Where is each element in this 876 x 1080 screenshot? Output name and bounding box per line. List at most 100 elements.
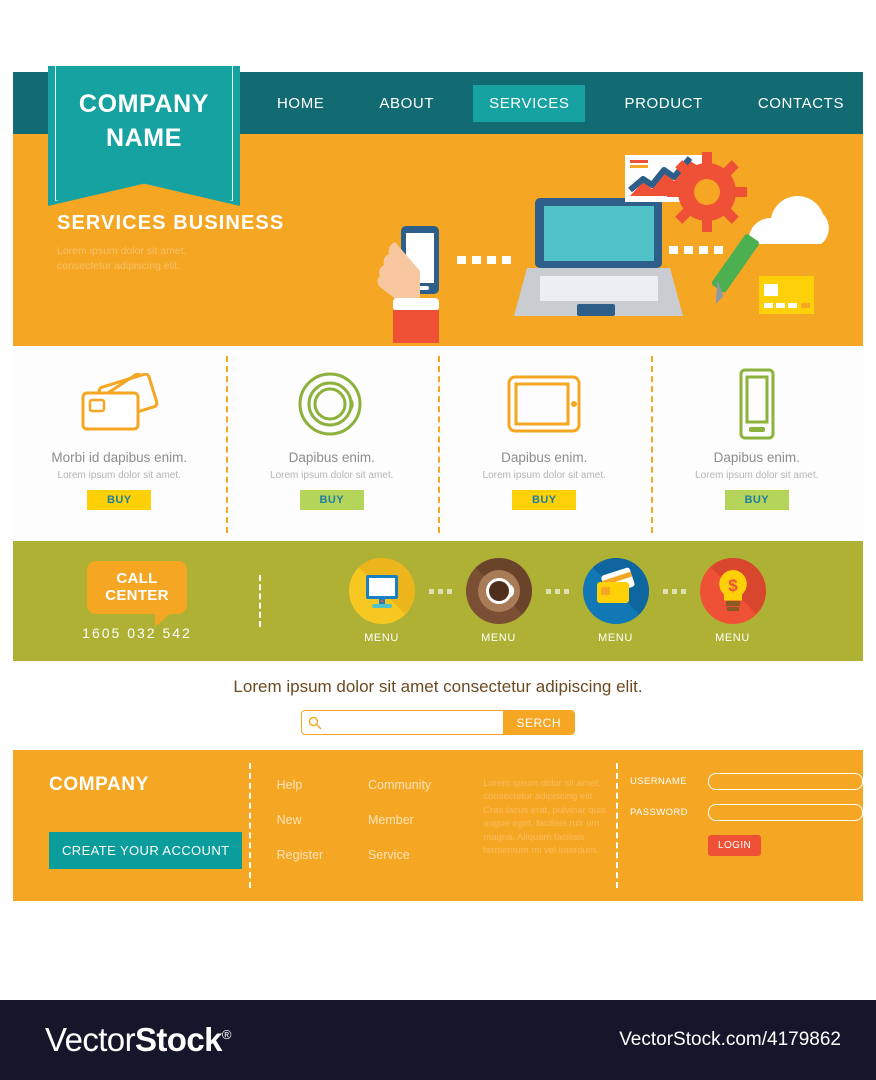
footer-brand-column: COMPANY CREATE YOUR ACCOUNT [13,750,251,901]
search-input[interactable] [302,711,504,734]
company-name-line2: NAME [105,123,182,152]
username-field[interactable] [708,773,863,790]
vertical-divider [259,574,261,628]
nav-item-contacts[interactable]: CONTACTS [742,85,860,122]
menu-label: MENU [364,632,399,644]
menu-item[interactable]: $ MENU [699,558,766,644]
password-label: PASSWORD [630,807,688,818]
logo-prefix: Vector [45,1021,136,1058]
call-label-line1: CALL [116,569,158,587]
create-account-button[interactable]: CREATE YOUR ACCOUNT [49,832,243,869]
buy-button[interactable]: BUY [87,490,152,510]
coffee-cup-icon [465,558,532,624]
service-card[interactable]: Dapibus enim. Lorem ipsum dolor sit amet… [225,346,439,541]
card-subtitle: Lorem ipsum dolor sit amet. [57,470,181,481]
hero-subtitle: Lorem ipsum dolor sit amet, consectetur … [57,245,187,273]
call-label-line2: CENTER [105,587,169,604]
lightbulb-dollar-icon: $ [699,558,766,624]
nav-item-services[interactable]: SERVICES [473,84,586,122]
dots-separator [662,588,686,594]
footer-login-column: USERNAME PASSWORD LOGIN [618,750,863,901]
logo-suffix: Stock [134,1021,222,1058]
card-subtitle: Lorem ipsum dolor sit amet. [482,470,606,481]
registered-mark: ® [221,1027,232,1042]
company-name-line1: COMPANY [78,90,210,118]
hero-devices-illustration [377,152,829,343]
footer-link-register[interactable]: Register [277,848,368,862]
footer-links-column: Help Community New Member Register Servi… [251,750,460,901]
footer-link-community[interactable]: Community [368,778,459,792]
website-mockup: HOME ABOUT SERVICES PRODUCT CONTACTS COM… [13,66,863,901]
search-bar: SERCH [301,710,575,735]
credit-cards-icon [76,362,162,446]
card-subtitle: Lorem ipsum dolor sit amet. [270,470,394,481]
card-title: Dapibus enim. [288,450,375,465]
footer-brand-name: COMPANY [49,774,149,795]
desktop-monitor-icon [348,558,415,624]
search-section: Lorem ipsum dolor sit amet consectetur a… [13,661,863,750]
dots-connector-left [457,256,511,264]
credit-cards-icon [582,558,649,624]
gear-icon [667,152,747,232]
hero-title: SERVICES BUSINESS [57,212,285,234]
search-button[interactable]: SERCH [503,711,574,734]
call-center-block: CALL CENTER 1605 032 542 [13,560,261,642]
service-cards-row: Morbi id dapibus enim. Lorem ipsum dolor… [13,343,863,541]
footer-link-help[interactable]: Help [277,778,368,792]
call-center-phone: 1605 032 542 [82,625,192,642]
footer-paragraph: Lorem ipsum dolor sit amet, consectetur … [483,778,606,857]
username-row: USERNAME [630,773,863,790]
nav-item-home[interactable]: HOME [261,85,340,122]
call-center-bubble: CALL CENTER [87,560,187,628]
buy-button[interactable]: BUY [512,490,577,510]
cloud-icon [748,195,829,244]
vectorstock-logo: VectorStock® [45,1021,231,1059]
footer: COMPANY CREATE YOUR ACCOUNT Help Communi… [13,750,863,901]
menu-label: MENU [481,632,516,644]
password-field[interactable] [708,804,863,821]
menu-icons-row: MENU MENU MENU $ MENU [261,558,863,644]
menu-item[interactable]: MENU [348,558,415,644]
search-tagline: Lorem ipsum dolor sit amet consectetur a… [233,677,643,696]
vectorstock-url: VectorStock.com/4179862 [619,1029,841,1050]
top-navigation-bar: HOME ABOUT SERVICES PRODUCT CONTACTS COM… [13,66,863,206]
smartphone-icon [733,362,781,446]
login-button[interactable]: LOGIN [708,835,762,856]
password-row: PASSWORD [630,804,863,821]
nav-item-product[interactable]: PRODUCT [608,85,718,122]
credit-card-icon [759,276,814,314]
footer-text-column: Lorem ipsum dolor sit amet, consectetur … [459,750,618,901]
card-title: Dapibus enim. [713,450,800,465]
nav-links: HOME ABOUT SERVICES PRODUCT CONTACTS [261,72,876,134]
tablet-icon [505,362,583,446]
svg-text:$: $ [728,576,738,595]
dots-separator [428,588,452,594]
menu-item[interactable]: MENU [582,558,649,644]
card-title: Dapibus enim. [501,450,588,465]
nav-item-about[interactable]: ABOUT [363,85,450,122]
dots-separator [545,588,569,594]
pen-icon [711,234,759,305]
vectorstock-watermark-bar: VectorStock® VectorStock.com/4179862 [0,1000,876,1080]
hero-text-block: SERVICES BUSINESS Lorem ipsum dolor sit … [57,212,284,274]
card-title: Morbi id dapibus enim. [51,450,188,465]
menu-label: MENU [598,632,633,644]
hand-phone-icon [377,226,439,343]
coffee-cup-icon [296,362,368,446]
footer-link-service[interactable]: Service [368,848,459,862]
call-center-band: CALL CENTER 1605 032 542 MENU MENU MENU … [13,541,863,661]
buy-button[interactable]: BUY [724,490,789,510]
service-card[interactable]: Dapibus enim. Lorem ipsum dolor sit amet… [650,346,864,541]
service-card[interactable]: Morbi id dapibus enim. Lorem ipsum dolor… [13,346,226,541]
search-icon [308,716,322,730]
poster-canvas: HOME ABOUT SERVICES PRODUCT CONTACTS COM… [0,0,876,1080]
buy-button[interactable]: BUY [299,490,364,510]
username-label: USERNAME [630,776,688,787]
service-card[interactable]: Dapibus enim. Lorem ipsum dolor sit amet… [438,346,651,541]
menu-item[interactable]: MENU [465,558,532,644]
menu-label: MENU [715,632,750,644]
footer-link-member[interactable]: Member [368,813,459,827]
card-subtitle: Lorem ipsum dolor sit amet. [695,470,819,481]
dots-connector-right [669,246,723,254]
footer-link-new[interactable]: New [277,813,368,827]
